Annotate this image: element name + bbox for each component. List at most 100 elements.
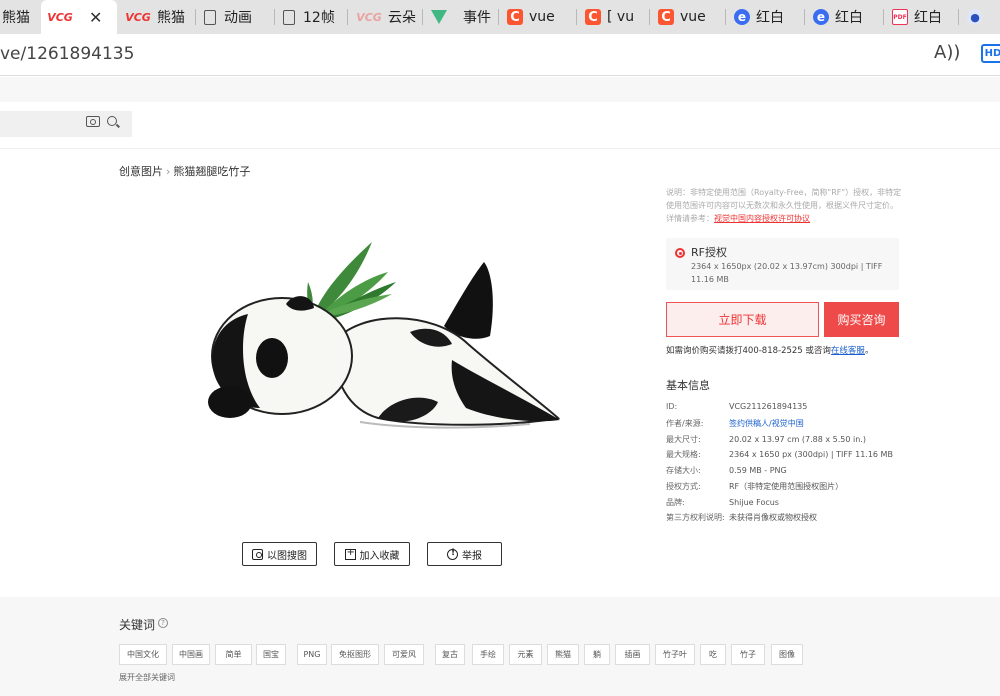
info-key: 授权方式: [666, 482, 701, 491]
info-row-max-size: 最大尺寸: 20.02 x 13.97 cm (7.88 x 5.50 in.) [666, 434, 866, 445]
vcg-logo-icon: VCG [125, 10, 151, 24]
keyword-tag[interactable]: 吃 [700, 644, 726, 665]
button-label: 加入收藏 [359, 550, 400, 562]
info-key: 存储大小: [666, 466, 701, 475]
keyword-tag[interactable]: 躺 [584, 644, 610, 665]
url-text[interactable]: ve/1261894135 [0, 44, 134, 64]
document-icon [204, 9, 216, 25]
search-input[interactable] [0, 111, 132, 137]
browser-tab-strip: 熊猫 VCG ✕ VCG 熊猫 动画 12帧 VCG 云朵 事件 C vue C… [0, 0, 1000, 34]
tab-3[interactable]: VCG 熊猫 [119, 0, 195, 34]
tab-4[interactable]: 动画 [198, 0, 274, 34]
author-link[interactable]: 签约供稿人/视觉中国 [729, 419, 804, 428]
info-value: 20.02 x 13.97 cm (7.88 x 5.50 in.) [729, 435, 866, 444]
baidu-paw-icon: ● [967, 9, 983, 25]
info-value: RF（非特定使用范围授权图片） [729, 482, 844, 491]
search-icon[interactable] [107, 116, 117, 126]
breadcrumb-root[interactable]: 创意图片 [119, 165, 163, 178]
basic-info-title: 基本信息 [666, 379, 710, 392]
csdn-logo-icon: C [658, 9, 674, 25]
tab-active[interactable]: VCG ✕ [41, 0, 117, 34]
keyword-tag[interactable]: 手绘 [472, 644, 504, 665]
hd-badge-icon[interactable]: HD [981, 44, 1000, 63]
site-header [0, 77, 1000, 149]
tab-divider [195, 9, 196, 25]
keyword-tag[interactable]: 竹子 [731, 644, 765, 665]
vue-logo-icon [431, 10, 447, 24]
document-icon [283, 9, 295, 25]
keyword-tag[interactable]: 免抠图形 [331, 644, 379, 665]
inquiry-phone-text: 如需询价购买请拨打400-818-2525 或咨询 [666, 346, 831, 356]
tab-5[interactable]: 12帧 [277, 0, 347, 34]
camera-icon[interactable] [86, 116, 100, 127]
info-value: VCG211261894135 [729, 402, 808, 411]
help-icon[interactable]: ? [158, 618, 168, 628]
license-option-rf[interactable]: RF授权 2364 x 1650px (20.02 x 13.97cm) 300… [666, 238, 899, 290]
pdf-icon: PDF [892, 9, 908, 25]
tab-12[interactable]: e 红白 [807, 0, 883, 34]
tab-divider [649, 9, 650, 25]
camera-icon [252, 548, 263, 560]
tab-1[interactable]: 熊猫 [0, 0, 40, 34]
search-by-image-button[interactable]: 以图搜图 [242, 542, 317, 566]
keyword-tag[interactable]: 可爱风 [384, 644, 424, 665]
expand-keywords-link[interactable]: 展开全部关键词 [119, 672, 175, 683]
breadcrumb-current: 熊猫翘腿吃竹子 [173, 165, 251, 178]
tab-10[interactable]: C vue [652, 0, 725, 34]
keyword-tag[interactable]: 复古 [435, 644, 465, 665]
keyword-tag[interactable]: 插画 [615, 644, 650, 665]
info-key: 作者/来源: [666, 419, 704, 428]
add-favorite-button[interactable]: 加入收藏 [334, 542, 410, 566]
info-key: 最大规格: [666, 450, 701, 459]
tab-title: vue [680, 9, 706, 25]
info-row-max-spec: 最大规格: 2364 x 1650 px (300dpi) | TIFF 11.1… [666, 449, 893, 460]
tab-13[interactable]: PDF 红白 [886, 0, 958, 34]
tab-title: 红白 [914, 10, 942, 26]
tab-title: 云朵 [388, 10, 416, 26]
close-tab-icon[interactable]: ✕ [89, 8, 102, 27]
keyword-tag[interactable]: 熊猫 [547, 644, 579, 665]
info-row-third-party: 第三方权利说明: 未获得肖像权或物权授权 [666, 512, 817, 523]
buy-inquiry-button[interactable]: 购买咨询 [824, 302, 899, 337]
keyword-tag[interactable]: 竹子叶 [655, 644, 695, 665]
keyword-tag[interactable]: 图像 [771, 644, 803, 665]
keyword-tag[interactable]: 中国画 [172, 644, 210, 665]
tab-divider [274, 9, 275, 25]
tab-title: 事件 [463, 10, 491, 26]
report-button[interactable]: 举报 [427, 542, 502, 566]
keyword-tag[interactable]: 中国文化 [119, 644, 167, 665]
keyword-tag[interactable]: 元素 [509, 644, 542, 665]
tab-title: vue [529, 9, 555, 25]
read-aloud-icon[interactable]: A)) [934, 42, 960, 63]
keyword-tag[interactable]: PNG [297, 644, 327, 665]
tab-7[interactable]: 事件 [425, 0, 498, 34]
tab-9[interactable]: C [ vu [579, 0, 649, 34]
tab-title: 红白 [756, 10, 784, 26]
tab-divider [498, 9, 499, 25]
tab-title: 熊猫 [157, 10, 185, 26]
keyword-tag[interactable]: 国宝 [256, 644, 286, 665]
keywords-title: 关键词 [119, 618, 156, 632]
report-icon [447, 548, 458, 560]
tab-8[interactable]: C vue [501, 0, 576, 34]
keyword-tag[interactable]: 简单 [215, 644, 252, 665]
license-option-detail: 2364 x 1650px (20.02 x 13.97cm) 300dpi |… [691, 262, 883, 284]
info-row-author: 作者/来源: 签约供稿人/视觉中国 [666, 418, 804, 429]
tab-11[interactable]: e 红白 [728, 0, 804, 34]
license-agreement-link[interactable]: 视觉中国内容授权许可协议 [714, 214, 810, 223]
tab-6[interactable]: VCG 云朵 [350, 0, 422, 34]
online-service-link[interactable]: 在线客服 [831, 346, 865, 356]
tab-14[interactable]: ● [961, 0, 1000, 34]
edge-icon: e [813, 9, 829, 25]
panda-image[interactable] [200, 232, 570, 442]
radio-selected-icon[interactable] [675, 248, 685, 258]
panda-leg [444, 262, 493, 339]
tab-divider [422, 9, 423, 25]
info-value: 2364 x 1650 px (300dpi) | TIFF 11.16 MB [729, 450, 893, 459]
tab-divider [958, 9, 959, 25]
download-button[interactable]: 立即下载 [666, 302, 819, 337]
tab-divider [725, 9, 726, 25]
tab-title: 熊猫 [2, 10, 30, 26]
tab-divider [576, 9, 577, 25]
csdn-logo-icon: C [507, 9, 523, 25]
